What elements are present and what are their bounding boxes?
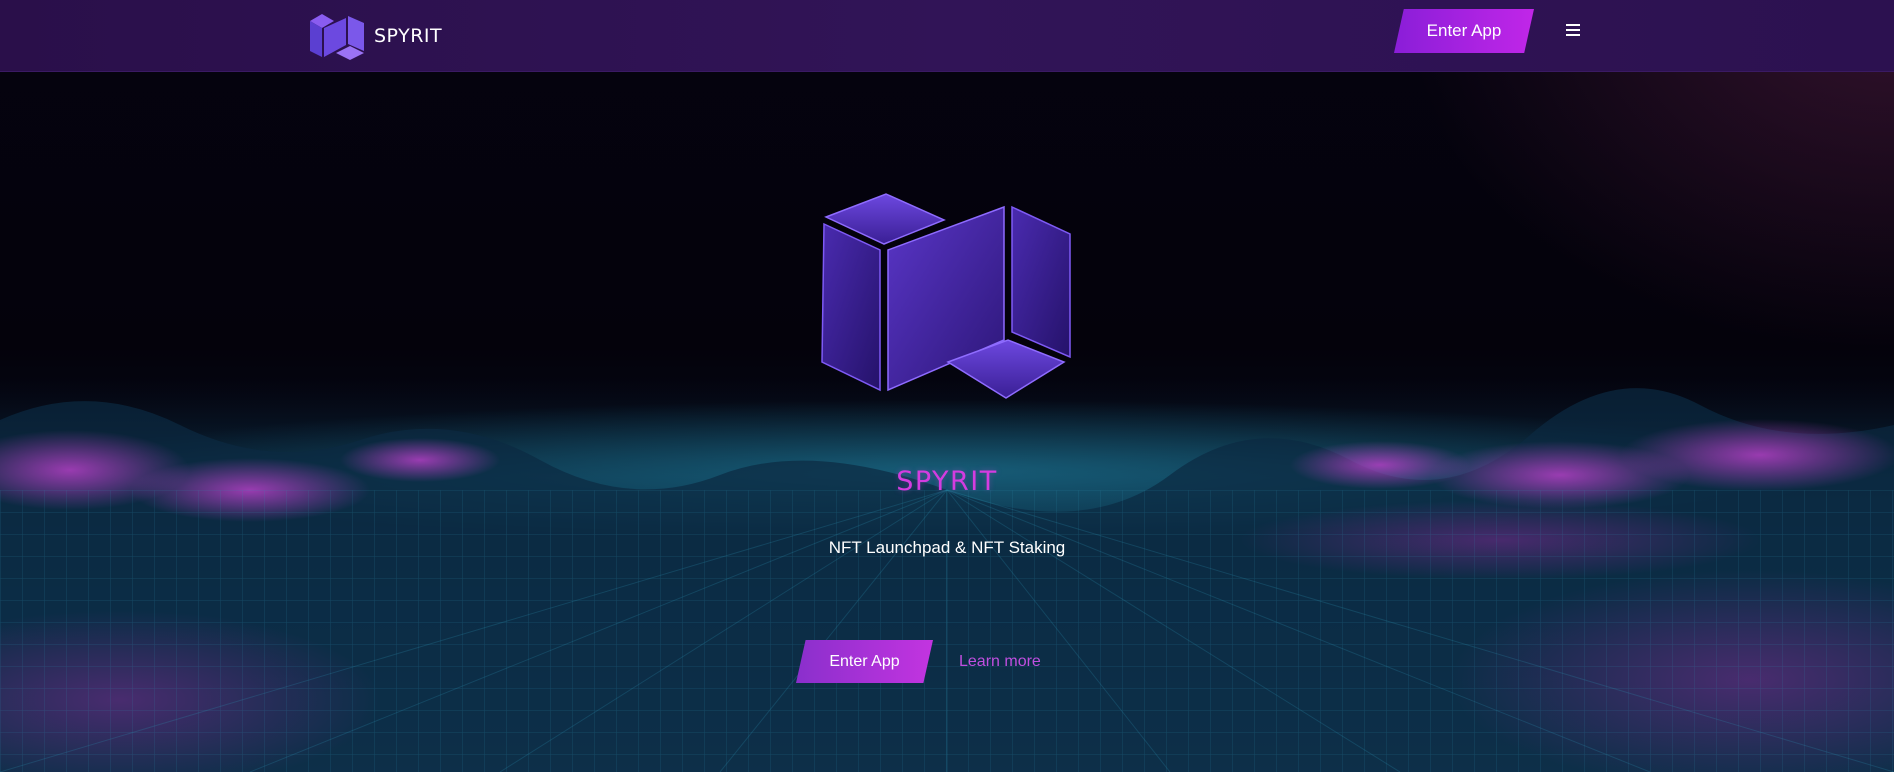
hamburger-menu-icon[interactable] <box>1566 24 1580 38</box>
brand-logo-link[interactable]: SPYRIT <box>308 11 442 61</box>
learn-more-link[interactable]: Learn more <box>959 653 1041 671</box>
hero-subtitle: NFT Launchpad & NFT Staking <box>828 538 1066 557</box>
spyrit-3d-logo-icon <box>821 193 1071 399</box>
hero-title: SPYRIT <box>896 466 998 497</box>
synthwave-landscape-background <box>0 380 1894 772</box>
enter-app-button-hero[interactable]: Enter App <box>796 640 933 683</box>
spyrit-cube-logo-icon <box>310 14 364 60</box>
hero-actions: Enter App Learn more <box>796 640 1041 683</box>
top-navigation-bar: SPYRIT Enter App <box>0 0 1894 72</box>
landing-page: SPYRIT Enter App SPYRIT NFT Launchpad & … <box>0 0 1894 772</box>
brand-name: SPYRIT <box>374 25 443 47</box>
enter-app-button-header[interactable]: Enter App <box>1394 9 1534 53</box>
